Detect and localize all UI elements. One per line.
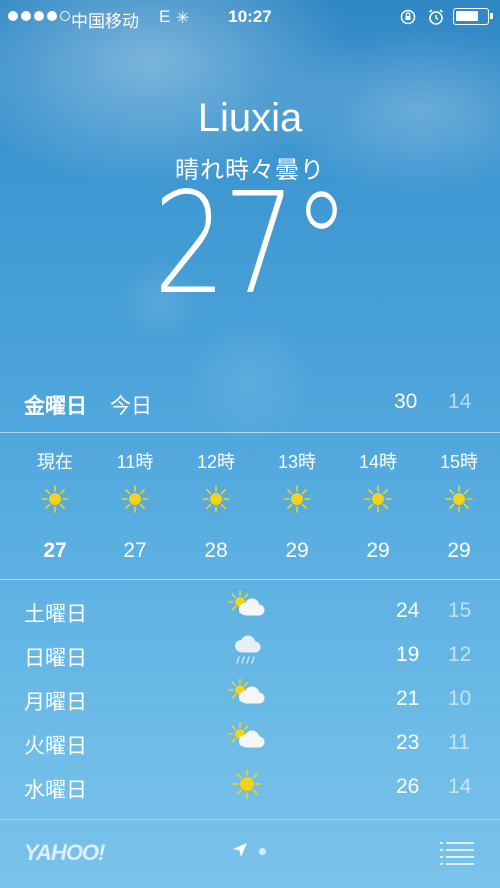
daily-row: 火曜日 23 11 — [0, 722, 500, 762]
hour-label: 14時 — [358, 452, 398, 472]
hour-label: 11時 — [116, 452, 154, 472]
day-name: 水曜日 — [24, 779, 87, 802]
hour-temperature: 27 — [123, 539, 147, 562]
hourly-forecast[interactable]: 現在 27 11時 27 12時 28 13時 29 14時 29 15時 29 — [0, 440, 500, 575]
rain-cloud-icon — [235, 635, 261, 664]
day-high: 19 — [396, 643, 420, 666]
today-day-name: 金曜日 — [24, 395, 87, 418]
sun-icon — [364, 485, 392, 513]
page-indicator-dot[interactable] — [259, 848, 266, 855]
sun-icon — [202, 485, 230, 513]
sun-icon — [232, 769, 262, 799]
day-name: 日曜日 — [24, 647, 87, 670]
yahoo-logo[interactable]: YAHOO! — [24, 840, 105, 866]
hour-label: 12時 — [196, 452, 236, 472]
status-bar: 中国移动 E ✳ 10:27 — [0, 0, 500, 34]
hour-temperature: 29 — [447, 539, 471, 562]
today-low: 14 — [448, 390, 472, 413]
sun-icon — [121, 485, 149, 513]
current-temperature: 27° — [153, 163, 350, 326]
hour-temperature: 28 — [204, 539, 228, 562]
day-high: 23 — [396, 731, 420, 754]
day-high: 24 — [396, 599, 420, 622]
partly-cloudy-icon — [228, 722, 265, 748]
status-time: 10:27 — [228, 7, 272, 26]
list-icon[interactable] — [440, 840, 474, 866]
today-high: 30 — [394, 390, 418, 413]
daily-row: 水曜日 26 14 — [0, 766, 500, 806]
partly-cloudy-icon — [228, 678, 265, 704]
day-name: 火曜日 — [24, 735, 87, 758]
divider — [0, 819, 500, 820]
sun-icon — [445, 485, 473, 513]
battery-icon — [453, 8, 493, 25]
daily-row: 土曜日 24 15 — [0, 590, 500, 630]
day-low: 15 — [448, 599, 472, 622]
city-name: Liuxia — [197, 96, 303, 140]
hour-temperature: 27 — [43, 539, 67, 562]
hour-label: 15時 — [439, 452, 479, 472]
hour-label: 13時 — [277, 452, 317, 472]
alarm-icon — [429, 9, 443, 25]
today-label: 今日 — [110, 395, 152, 418]
sun-icon — [283, 485, 311, 513]
hour-temperature: 29 — [366, 539, 390, 562]
divider — [0, 579, 500, 580]
sun-icon — [41, 485, 69, 513]
divider — [0, 432, 500, 433]
day-high: 21 — [396, 687, 420, 710]
today-summary-row: 金曜日 今日 30 14 — [0, 390, 500, 420]
day-name: 月曜日 — [24, 691, 87, 714]
day-low: 12 — [448, 643, 472, 666]
location-arrow-icon[interactable] — [232, 842, 248, 858]
day-low: 14 — [448, 775, 472, 798]
rotation-lock-icon — [400, 9, 416, 25]
daily-row: 日曜日 19 12 — [0, 634, 500, 674]
day-name: 土曜日 — [24, 603, 87, 626]
day-low: 11 — [448, 731, 470, 754]
footer-toolbar: YAHOO! — [0, 830, 500, 880]
hour-label: 現在 — [37, 452, 73, 472]
daily-row: 月曜日 21 10 — [0, 678, 500, 718]
day-low: 10 — [448, 687, 472, 710]
hour-temperature: 29 — [285, 539, 309, 562]
partly-cloudy-icon — [228, 590, 265, 616]
day-high: 26 — [396, 775, 420, 798]
